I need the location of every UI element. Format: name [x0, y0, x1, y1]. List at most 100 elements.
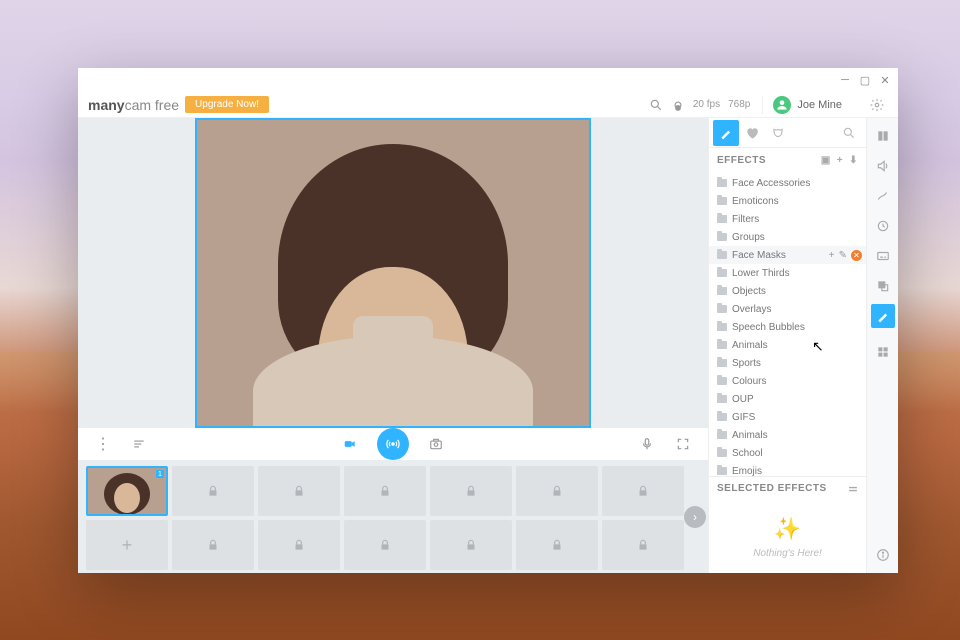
effect-label: Colours — [732, 376, 766, 387]
folder-icon — [717, 341, 727, 349]
selected-empty-state: ✨ Nothing's Here! — [717, 502, 858, 563]
fullscreen-icon[interactable] — [670, 431, 696, 457]
preview-controls: ⋮ — [78, 428, 708, 460]
subtitle-icon[interactable] — [871, 244, 895, 268]
effect-item-face-masks[interactable]: Face Masks + ✎ ✕ — [709, 246, 866, 264]
resolution-indicator[interactable]: 768p — [728, 99, 750, 110]
effect-item-lower-thirds[interactable]: Lower Thirds — [709, 264, 866, 282]
effect-label: Overlays — [732, 304, 771, 315]
settings-icon[interactable] — [866, 94, 888, 116]
zoom-icon[interactable] — [645, 94, 667, 116]
effect-item-overlays[interactable]: Overlays — [709, 300, 866, 318]
folder-icon — [717, 377, 727, 385]
preset-slot-locked[interactable] — [172, 520, 254, 570]
effect-label: Speech Bubbles — [732, 322, 805, 333]
folder-icon — [717, 413, 727, 421]
effect-label: Emojis — [732, 466, 762, 477]
folder-icon — [717, 449, 727, 457]
video-preview[interactable] — [195, 118, 591, 428]
folder-icon — [717, 215, 727, 223]
effects-list[interactable]: Face Accessories EmoticonsFilters Groups Fa… — [709, 172, 866, 476]
preset-slot-locked[interactable] — [602, 466, 684, 516]
panels-icon[interactable] — [871, 124, 895, 148]
more-icon[interactable]: ⋮ — [90, 431, 116, 457]
search-tab[interactable] — [836, 120, 862, 146]
brightness-icon[interactable] — [667, 94, 689, 116]
preset-slot-locked[interactable] — [344, 520, 426, 570]
list-icon[interactable] — [126, 431, 152, 457]
overlay-icon[interactable] — [871, 274, 895, 298]
broadcast-button[interactable] — [377, 428, 409, 460]
app-logo: manycam free — [88, 97, 179, 113]
effect-item-school[interactable]: School — [709, 444, 866, 462]
wand-tab[interactable] — [713, 120, 739, 146]
preset-next-button[interactable]: › — [684, 506, 706, 528]
maximize-button[interactable]: ▢ — [856, 72, 874, 88]
window-titlebar: ─ ▢ ✕ — [78, 68, 898, 92]
user-section[interactable]: Joe Mine — [762, 96, 852, 114]
effect-item-animals[interactable]: Animals — [709, 426, 866, 444]
effect-label: Face Accessories — [732, 178, 810, 189]
preset-add-button[interactable]: + — [86, 520, 168, 570]
fps-indicator: 20 fps — [693, 99, 720, 110]
apps-icon[interactable] — [871, 340, 895, 364]
download-icon[interactable]: ⬇ — [849, 155, 858, 166]
right-toolbar — [866, 118, 898, 573]
app-header: manycam free Upgrade Now! 20 fps 768p Jo… — [78, 92, 898, 118]
effect-item-colours[interactable]: Colours — [709, 372, 866, 390]
app-window: ─ ▢ ✕ manycam free Upgrade Now! 20 fps 7… — [78, 68, 898, 573]
mic-icon[interactable] — [634, 431, 660, 457]
favorites-tab[interactable] — [739, 120, 765, 146]
video-icon[interactable] — [337, 431, 363, 457]
effect-label: Face Masks — [732, 250, 786, 261]
effect-label: OUP — [732, 394, 754, 405]
preset-slot-locked[interactable] — [430, 520, 512, 570]
camera-icon[interactable] — [423, 431, 449, 457]
effect-item-animals[interactable]: Animals — [709, 336, 866, 354]
masks-tab[interactable] — [765, 120, 791, 146]
delete-icon[interactable]: ✕ — [851, 250, 862, 261]
add-folder-icon[interactable]: ▣ — [821, 155, 831, 166]
effect-item-oup[interactable]: OUP — [709, 390, 866, 408]
preset-slot-locked[interactable] — [430, 466, 512, 516]
preset-slot-1[interactable]: 1 — [86, 466, 168, 516]
selected-settings-icon[interactable]: ⚌ — [849, 483, 858, 494]
effect-item-emoticons[interactable]: Emoticons — [709, 192, 866, 210]
info-icon[interactable] — [871, 543, 895, 567]
preset-slot-locked[interactable] — [602, 520, 684, 570]
add-icon[interactable]: + — [829, 250, 835, 261]
edit-icon[interactable]: ✎ — [839, 250, 847, 261]
preset-slot-locked[interactable] — [516, 520, 598, 570]
add-effect-icon[interactable]: + — [837, 155, 843, 166]
effect-item-emojis[interactable]: Emojis — [709, 462, 866, 476]
minimize-button[interactable]: ─ — [836, 72, 854, 88]
effect-label: School — [732, 448, 763, 459]
effect-item-groups[interactable]: Groups — [709, 228, 866, 246]
preset-slot-locked[interactable] — [258, 466, 340, 516]
preset-slot-locked[interactable] — [258, 520, 340, 570]
effect-item-gifs[interactable]: GIFS — [709, 408, 866, 426]
effect-label: Groups — [732, 232, 765, 243]
preset-slot-locked[interactable] — [516, 466, 598, 516]
effects-icon[interactable] — [871, 304, 895, 328]
close-button[interactable]: ✕ — [876, 72, 894, 88]
effects-sidebar: EFFECTS ▣ + ⬇ Face AccessoriesEmoticonsF… — [708, 118, 866, 573]
preset-slot-locked[interactable] — [344, 466, 426, 516]
folder-icon — [717, 233, 727, 241]
preset-slot-locked[interactable] — [172, 466, 254, 516]
effect-item-face-accessories[interactable]: Face Accessories — [709, 174, 866, 192]
folder-icon — [717, 305, 727, 313]
effect-item-speech-bubbles[interactable]: Speech Bubbles — [709, 318, 866, 336]
audio-icon[interactable] — [871, 154, 895, 178]
folder-icon — [717, 431, 727, 439]
draw-icon[interactable] — [871, 184, 895, 208]
upgrade-button[interactable]: Upgrade Now! — [185, 96, 269, 113]
empty-label: Nothing's Here! — [717, 548, 858, 559]
effect-item-objects[interactable]: Objects — [709, 282, 866, 300]
preset-grid: 1 + › — [78, 460, 708, 573]
effect-item-sports[interactable]: Sports — [709, 354, 866, 372]
selected-effects-title: SELECTED EFFECTS — [717, 483, 827, 494]
effect-item-filters[interactable]: Filters — [709, 210, 866, 228]
time-icon[interactable] — [871, 214, 895, 238]
folder-icon — [717, 287, 727, 295]
